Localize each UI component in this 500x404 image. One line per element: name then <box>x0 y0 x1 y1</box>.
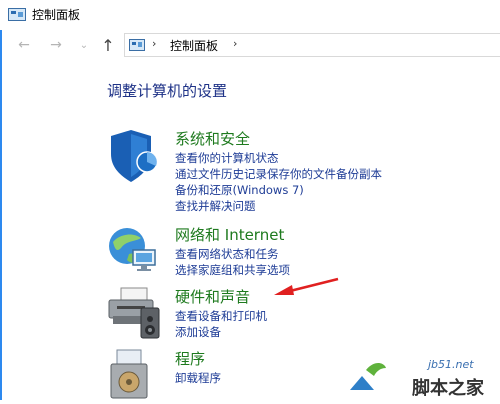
category-link[interactable]: 卸载程序 <box>175 370 221 386</box>
category-link[interactable]: 查看网络状态和任务 <box>175 246 290 262</box>
window-title: 控制面板 <box>32 8 81 22</box>
up-button[interactable]: ↑ <box>98 35 118 55</box>
breadcrumb-control-panel[interactable]: 控制面板 <box>170 37 218 54</box>
programs-icon <box>110 349 148 399</box>
category-link[interactable]: 通过文件历史记录保存你的文件备份副本 <box>175 166 382 182</box>
printer-speaker-icon <box>108 287 160 339</box>
category-link[interactable]: 查看设备和打印机 <box>175 308 267 324</box>
title-bar: 控制面板 <box>0 0 500 30</box>
control-panel-icon <box>129 39 145 51</box>
network-icon <box>109 228 156 271</box>
annotation-arrow-icon <box>274 277 339 295</box>
breadcrumb-separator[interactable]: › <box>233 37 237 50</box>
watermark-text: 脚本之家 <box>412 378 484 399</box>
address-bar[interactable]: › 控制面板 › <box>124 33 500 57</box>
category-link[interactable]: 查看你的计算机状态 <box>175 150 382 166</box>
page-heading: 调整计算机的设置 <box>107 82 228 100</box>
back-button[interactable]: ← <box>14 35 34 55</box>
category-link[interactable]: 添加设备 <box>175 324 267 340</box>
category-title[interactable]: 硬件和声音 <box>175 286 250 307</box>
category-title[interactable]: 系统和安全 <box>175 128 250 149</box>
shield-icon <box>111 130 158 182</box>
window-left-border <box>0 0 2 400</box>
category-link[interactable]: 备份和还原(Windows 7) <box>175 182 382 198</box>
recent-locations-chevron-icon[interactable]: ⌄ <box>74 35 94 55</box>
forward-button[interactable]: → <box>46 35 66 55</box>
category-link[interactable]: 查找并解决问题 <box>175 198 382 214</box>
control-panel-icon <box>8 8 26 21</box>
watermark-url: jb51.net <box>428 358 474 371</box>
breadcrumb-separator[interactable]: › <box>152 37 156 50</box>
category-title[interactable]: 网络和 Internet <box>175 224 284 245</box>
category-title[interactable]: 程序 <box>175 348 205 369</box>
